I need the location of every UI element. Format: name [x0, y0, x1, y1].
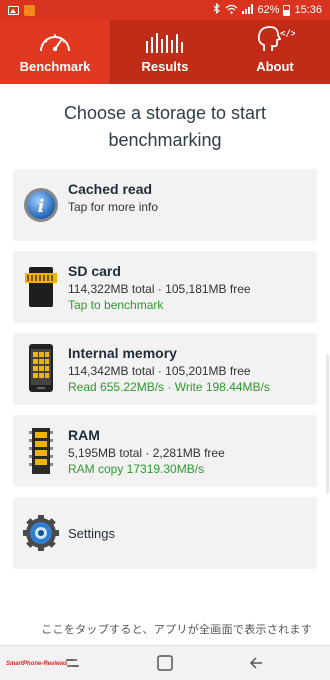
settings-title: Settings [68, 526, 115, 541]
ram-speed: RAM copy 17319.30MB/s [68, 462, 205, 476]
ram-capacity: 5,195MB total · 2,281MB free [68, 446, 225, 460]
internal-memory-capacity: 114,342MB total · 105,201MB free [68, 364, 251, 378]
tab-results[interactable]: Results [110, 20, 220, 84]
internal-memory-speed: Read 655.22MB/s · Write 198.44MB/s [68, 380, 270, 394]
home-button-icon[interactable] [155, 654, 175, 672]
svg-text:</>: </> [280, 29, 295, 39]
back-button-icon[interactable] [247, 654, 267, 672]
internal-memory-card[interactable]: Internal memory 114,342MB total · 105,20… [13, 333, 317, 405]
settings-card[interactable]: Settings [13, 497, 317, 569]
svg-text:i: i [38, 196, 45, 217]
sd-card-card[interactable]: SD card 114,322MB total · 105,181MB free… [13, 251, 317, 323]
battery-percent: 62% [257, 4, 280, 16]
tab-about[interactable]: </> About [220, 20, 330, 84]
sd-card-capacity: 114,322MB total · 105,181MB free [68, 282, 251, 296]
scrollbar[interactable] [326, 354, 329, 494]
battery-icon [283, 4, 291, 16]
signal-icon [242, 3, 254, 17]
ram-chip-icon [29, 428, 53, 474]
clock: 15:36 [294, 4, 322, 16]
cached-read-card[interactable]: i Cached read Tap for more info [13, 169, 317, 241]
sd-card-action: Tap to benchmark [68, 298, 164, 312]
watermark: SmartPhone-Reviews [6, 661, 68, 667]
wifi-icon [225, 4, 238, 17]
bar-chart-icon [146, 33, 183, 53]
ram-card[interactable]: RAM 5,195MB total · 2,281MB free RAM cop… [13, 415, 317, 487]
fullscreen-hint[interactable]: ここをタップすると、アプリが全画面で表示されます [0, 621, 330, 637]
cached-read-subtitle: Tap for more info [68, 200, 159, 214]
status-bar: 62% 15:36 [0, 0, 330, 20]
tab-benchmark-label: Benchmark [19, 59, 91, 74]
app-notification-icon [24, 4, 35, 16]
phone-memory-icon [29, 344, 53, 392]
internal-memory-title: Internal memory [68, 345, 177, 361]
tab-results-label: Results [141, 59, 189, 74]
tab-about-label: About [256, 59, 294, 74]
tab-benchmark[interactable]: Benchmark [0, 20, 110, 84]
cached-read-title: Cached read [68, 181, 153, 197]
ram-title: RAM [68, 427, 100, 443]
bluetooth-icon [213, 2, 221, 17]
head-code-icon: </> [257, 26, 295, 51]
speedometer-icon [40, 34, 70, 52]
sd-card-title: SD card [68, 263, 121, 279]
info-icon: i [24, 188, 58, 222]
sd-card-icon [25, 267, 57, 307]
page-heading: Choose a storage to start benchmarking [63, 103, 267, 150]
settings-gear-icon [23, 515, 59, 551]
tab-bar: Benchmark Results </> About [0, 20, 330, 84]
image-icon [8, 5, 19, 15]
